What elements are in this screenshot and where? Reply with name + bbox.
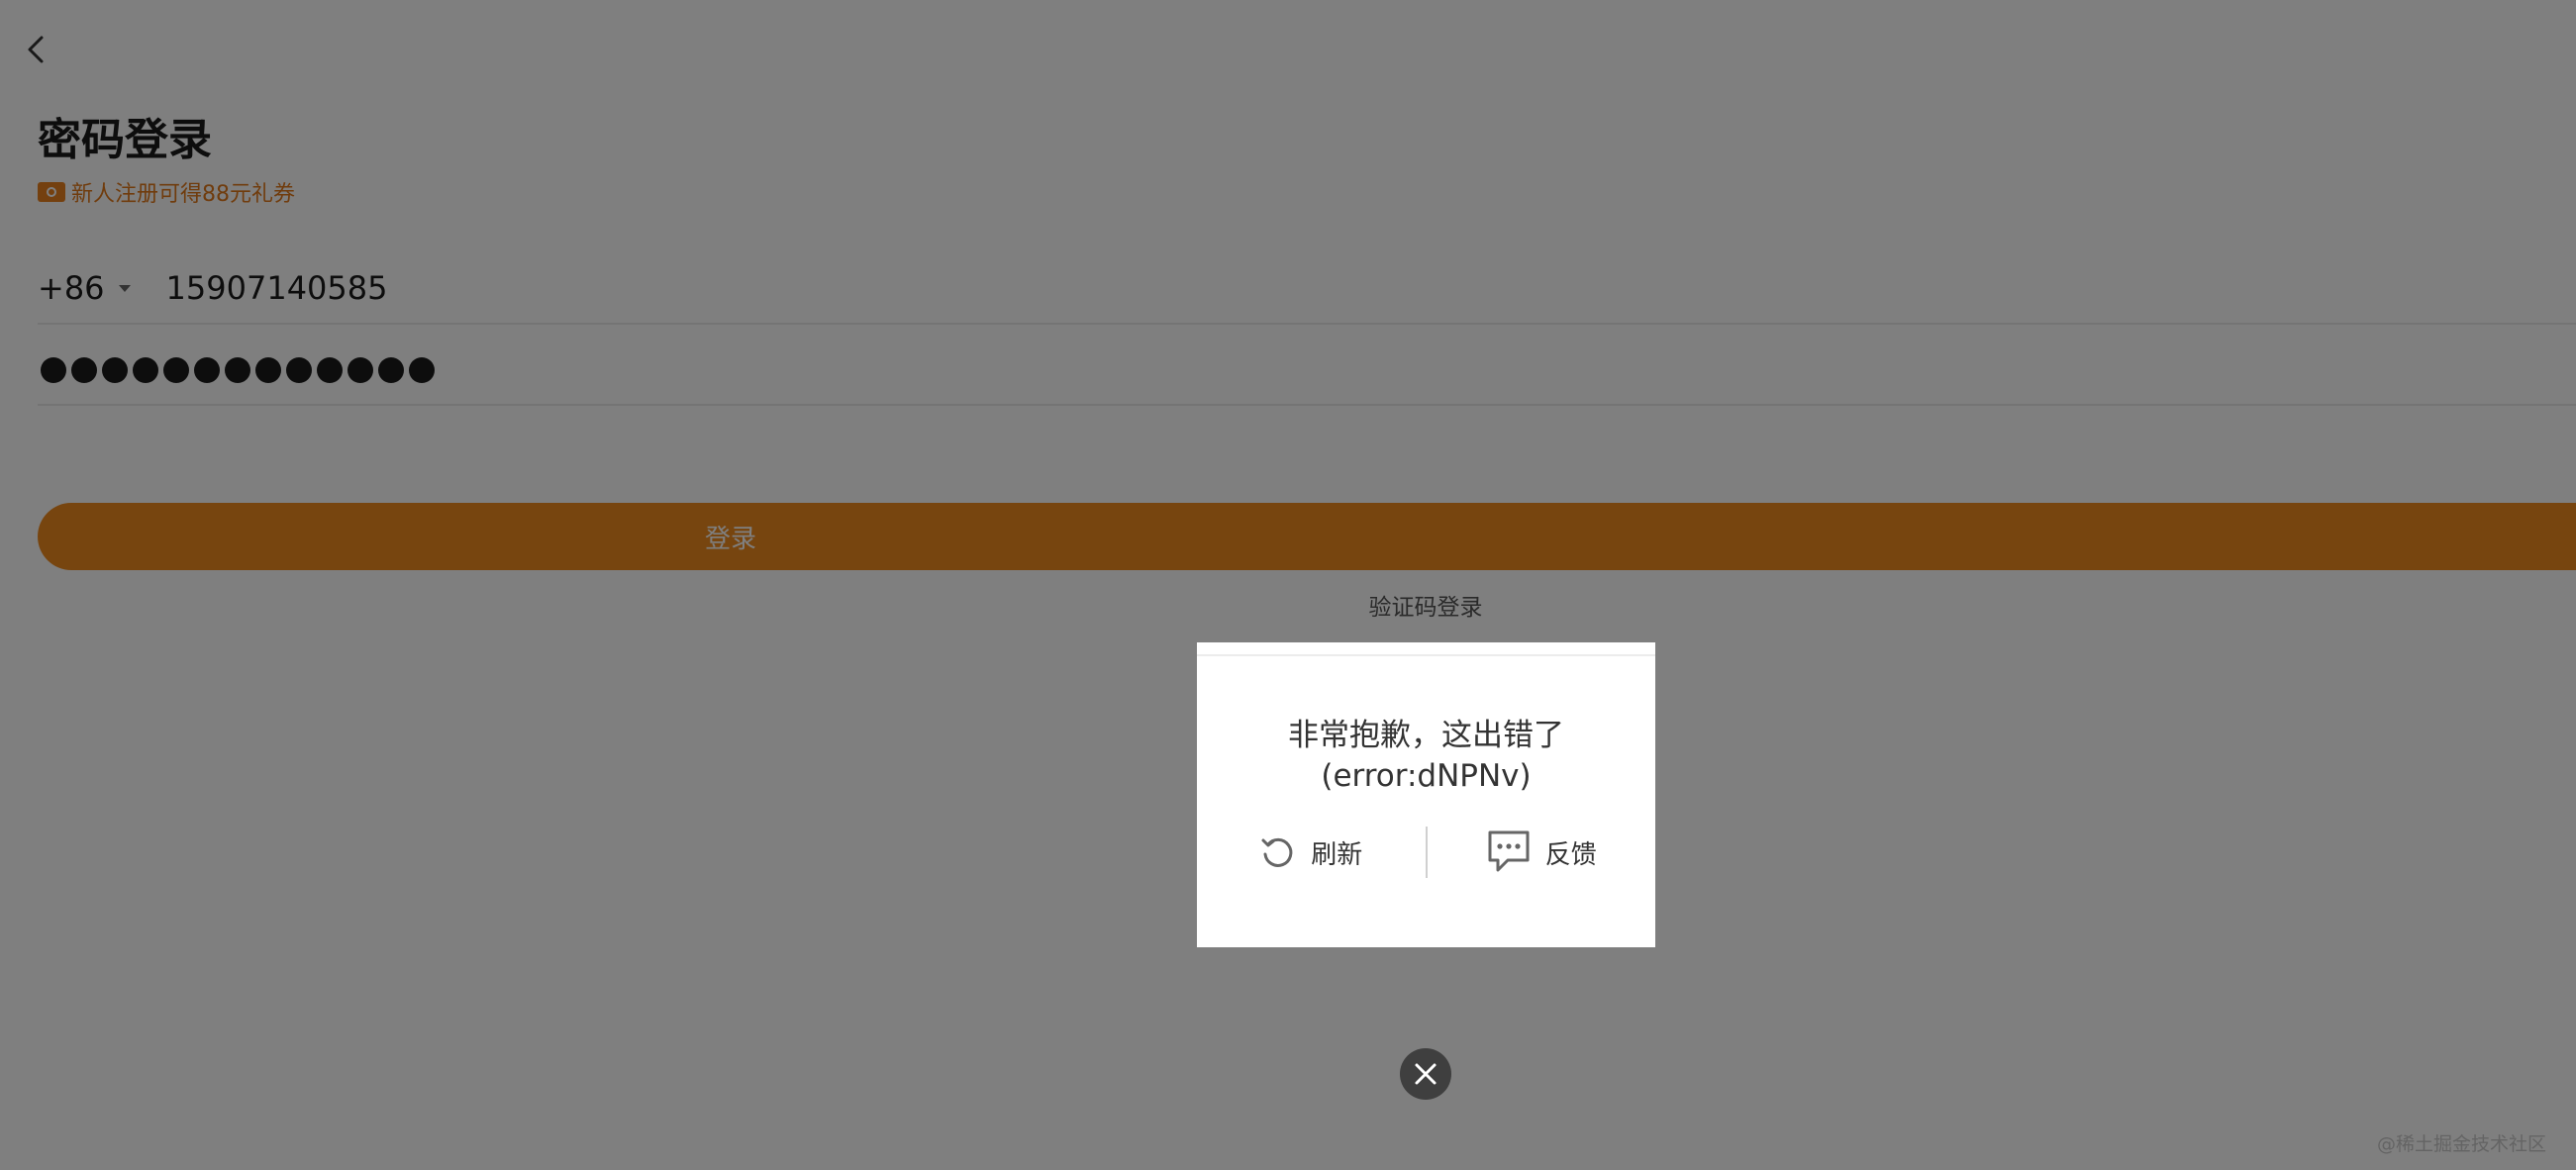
chat-bubble-icon xyxy=(1488,830,1530,872)
feedback-label: 反馈 xyxy=(1544,839,1597,870)
feedback-button[interactable]: 反馈 xyxy=(1428,829,1656,876)
dialog-divider-line xyxy=(1197,654,1655,656)
error-code: (error:dNPNv) xyxy=(1321,758,1532,794)
refresh-icon xyxy=(1261,837,1293,867)
dialog-actions: 刷新 反馈 xyxy=(1197,825,1655,880)
login-page: 密码登录 新人注册可得88元礼券 +86 15907140585 登录 验证码登… xyxy=(0,0,2576,1170)
error-message-text: 非常抱歉，这出错了 xyxy=(1288,718,1564,753)
modal-overlay[interactable] xyxy=(0,0,2576,1170)
refresh-button[interactable]: 刷新 xyxy=(1197,833,1426,871)
close-dialog-button[interactable] xyxy=(1400,1048,1451,1100)
error-message: 非常抱歉，这出错了 (error:dNPNv) xyxy=(1197,716,1655,797)
close-icon xyxy=(1415,1063,1437,1085)
refresh-label: 刷新 xyxy=(1311,839,1363,870)
error-dialog: 非常抱歉，这出错了 (error:dNPNv) 刷新 反馈 xyxy=(1197,642,1655,947)
